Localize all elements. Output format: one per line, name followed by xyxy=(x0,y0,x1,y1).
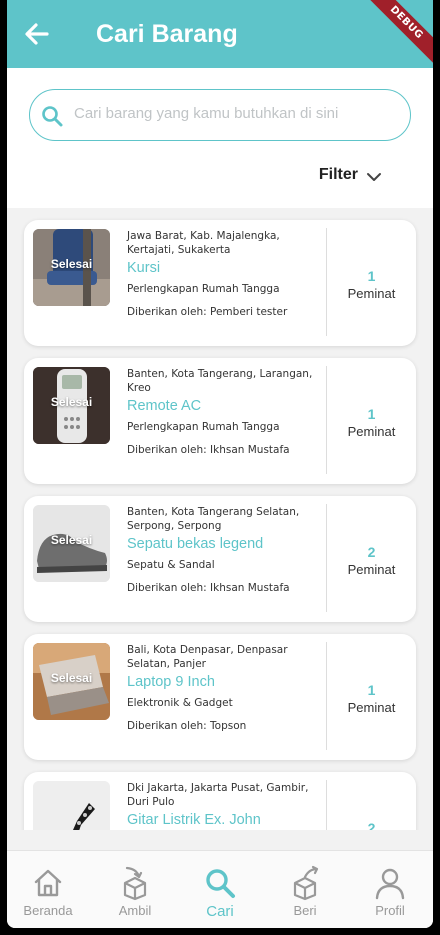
item-location: Banten, Kota Tangerang Selatan, Serpong,… xyxy=(127,506,300,532)
give-box-icon xyxy=(293,865,319,901)
nav-label: Cari xyxy=(206,903,234,920)
page-title: Cari Barang xyxy=(96,20,238,48)
interest-label: Peminat xyxy=(347,562,396,577)
nav-ambil[interactable]: Ambil xyxy=(100,851,170,928)
interest-label: Peminat xyxy=(347,286,396,301)
nav-label: Beri xyxy=(293,903,317,918)
search-input[interactable]: Cari barang yang kamu butuhkan di sini xyxy=(29,89,411,141)
nav-label: Beranda xyxy=(23,903,73,918)
item-card[interactable]: Selesai Banten, Kota Tangerang Selatan, … xyxy=(24,496,416,622)
interest-count: 2 xyxy=(367,544,376,560)
item-giver: Diberikan oleh: Ikhsan Mustafa xyxy=(127,444,290,456)
item-name: Remote AC xyxy=(127,398,202,414)
item-card[interactable]: Selesai Banten, Kota Tangerang, Larangan… xyxy=(24,358,416,484)
nav-profil[interactable]: Profil xyxy=(355,851,425,928)
item-category: Elektronik & Gadget xyxy=(127,697,233,709)
search-icon xyxy=(206,869,235,898)
search-section: Cari barang yang kamu butuhkan di sini F… xyxy=(7,68,433,208)
chevron-down-icon[interactable] xyxy=(366,169,382,185)
interest-count: 1 xyxy=(367,268,376,284)
nav-label: Profil xyxy=(375,903,405,918)
item-card[interactable]: Dki Jakarta, Jakarta Pusat, Gambir, Duri… xyxy=(24,772,416,830)
search-placeholder: Cari barang yang kamu butuhkan di sini xyxy=(74,105,339,122)
status-label: Selesai xyxy=(50,533,93,547)
status-label: Selesai xyxy=(50,395,93,409)
item-category: Sepatu & Sandal xyxy=(127,559,215,571)
status-label: Selesai xyxy=(50,257,93,271)
item-location: Banten, Kota Tangerang, Larangan, Kreo xyxy=(127,368,313,394)
nav-cari[interactable]: Cari xyxy=(185,851,255,928)
profile-icon xyxy=(375,868,405,900)
back-arrow-icon[interactable] xyxy=(21,18,53,50)
item-location: Jawa Barat, Kab. Majalengka, Kertajati, … xyxy=(127,230,280,256)
item-location: Dki Jakarta, Jakarta Pusat, Gambir, Duri… xyxy=(127,782,309,808)
search-icon xyxy=(42,106,63,127)
item-image-guitar xyxy=(33,781,110,830)
status-label: Selesai xyxy=(50,671,93,685)
app-bar: Cari Barang DEBUG xyxy=(7,0,433,69)
item-card[interactable]: Selesai Jawa Barat, Kab. Majalengka, Ker… xyxy=(24,220,416,346)
debug-banner: DEBUG xyxy=(360,0,433,69)
nav-label: Ambil xyxy=(118,903,152,918)
interest-label: Peminat xyxy=(347,424,396,439)
item-category: Perlengkapan Rumah Tangga xyxy=(127,283,280,295)
item-giver: Diberikan oleh: Ikhsan Mustafa xyxy=(127,582,290,594)
bottom-navigation: Beranda Ambil Cari Beri Profil xyxy=(7,850,433,928)
filter-button[interactable]: Filter xyxy=(319,166,358,184)
item-giver: Diberikan oleh: Topson xyxy=(127,720,247,732)
app-frame: Cari Barang DEBUG Cari barang yang kamu … xyxy=(7,0,433,928)
item-category: Perlengkapan Rumah Tangga xyxy=(127,421,280,433)
interest-count: 1 xyxy=(367,406,376,422)
item-name: Kursi xyxy=(127,260,161,276)
nav-beranda[interactable]: Beranda xyxy=(13,851,83,928)
item-list[interactable]: Selesai Jawa Barat, Kab. Majalengka, Ker… xyxy=(7,208,433,830)
take-box-icon xyxy=(123,866,147,901)
item-name: Sepatu bekas legend xyxy=(127,536,264,552)
interest-count: 2 xyxy=(367,820,376,830)
item-giver: Diberikan oleh: Pemberi tester xyxy=(127,306,288,318)
nav-beri[interactable]: Beri xyxy=(270,851,340,928)
item-location: Bali, Kota Denpasar, Denpasar Selatan, P… xyxy=(127,644,288,670)
item-image-chair: Selesai xyxy=(33,229,110,306)
interest-label: Peminat xyxy=(347,700,396,715)
item-image-shoe: Selesai xyxy=(33,505,110,582)
item-image-laptop: Selesai xyxy=(33,643,110,720)
item-image-remote: Selesai xyxy=(33,367,110,444)
item-card[interactable]: Selesai Bali, Kota Denpasar, Denpasar Se… xyxy=(24,634,416,760)
item-name: Gitar Listrik Ex. John xyxy=(127,812,261,828)
interest-count: 1 xyxy=(367,682,376,698)
item-name: Laptop 9 Inch xyxy=(127,674,215,690)
home-icon xyxy=(34,869,62,897)
